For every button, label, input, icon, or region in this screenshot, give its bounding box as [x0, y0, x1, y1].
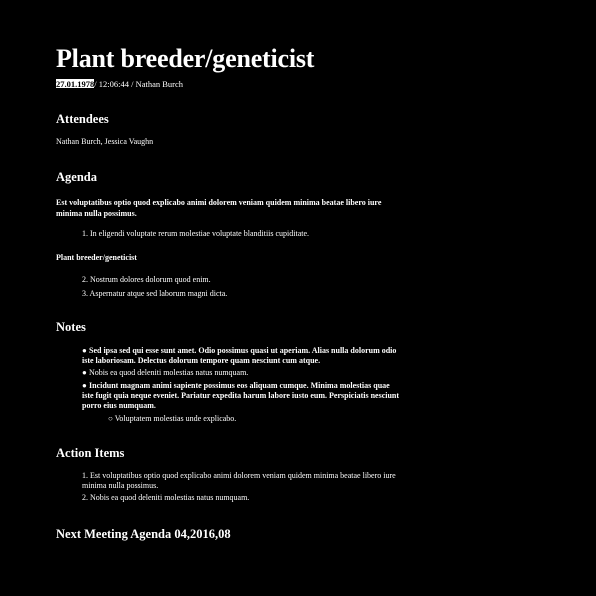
agenda-intro: Est voluptatibus optio quod explicabo an…	[56, 198, 382, 218]
meta-time-author: / 12:06:44 / Nathan Burch	[94, 79, 184, 89]
next-meeting-heading: Next Meeting Agenda 04,2016,08	[56, 527, 231, 541]
agenda-item-3: 3. Aspernatur atque sed laborum magni di…	[82, 289, 228, 298]
bullet-icon: ●	[82, 368, 87, 377]
bullet-icon: ●	[82, 381, 87, 390]
action-items-heading: Action Items	[56, 446, 125, 460]
bullet-icon: ●	[82, 346, 87, 355]
notes-bullet-1: ● Sed ipsa sed qui esse sunt amet. Odio p…	[82, 346, 397, 365]
attendees-heading: Attendees	[56, 112, 109, 126]
action-item-2: 2. Nobis ea quod deleniti molestias natu…	[82, 493, 250, 502]
agenda-item-1: 1. In eligendi voluptate rerum molestiae…	[82, 229, 310, 238]
document-meta: 27.01.1978/ 12:06:44 / Nathan Burch	[56, 79, 183, 89]
document-title: Plant breeder/geneticist	[56, 44, 315, 73]
attendees-list: Nathan Burch, Jessica Vaughn	[56, 137, 154, 146]
circle-bullet-icon: ○	[108, 414, 115, 423]
notes-sub-bullet: ○ Voluptatem molestias unde explicabo.	[108, 414, 237, 423]
meeting-date: 27.01.1978	[56, 79, 95, 89]
notes-heading: Notes	[56, 320, 86, 334]
notes-bullet-2: ● Nobis ea quod deleniti molestias natus …	[82, 368, 249, 377]
action-item-1: 1. Est voluptatibus optio quod explicabo…	[82, 471, 396, 490]
agenda-item-2: 2. Nostrum dolores dolorum quod enim.	[82, 275, 211, 284]
agenda-subheading: Plant breeder/geneticist	[56, 253, 137, 262]
agenda-heading: Agenda	[56, 170, 97, 184]
notes-bullet-3: ● Incidunt magnam animi sapiente possimus…	[82, 381, 400, 410]
